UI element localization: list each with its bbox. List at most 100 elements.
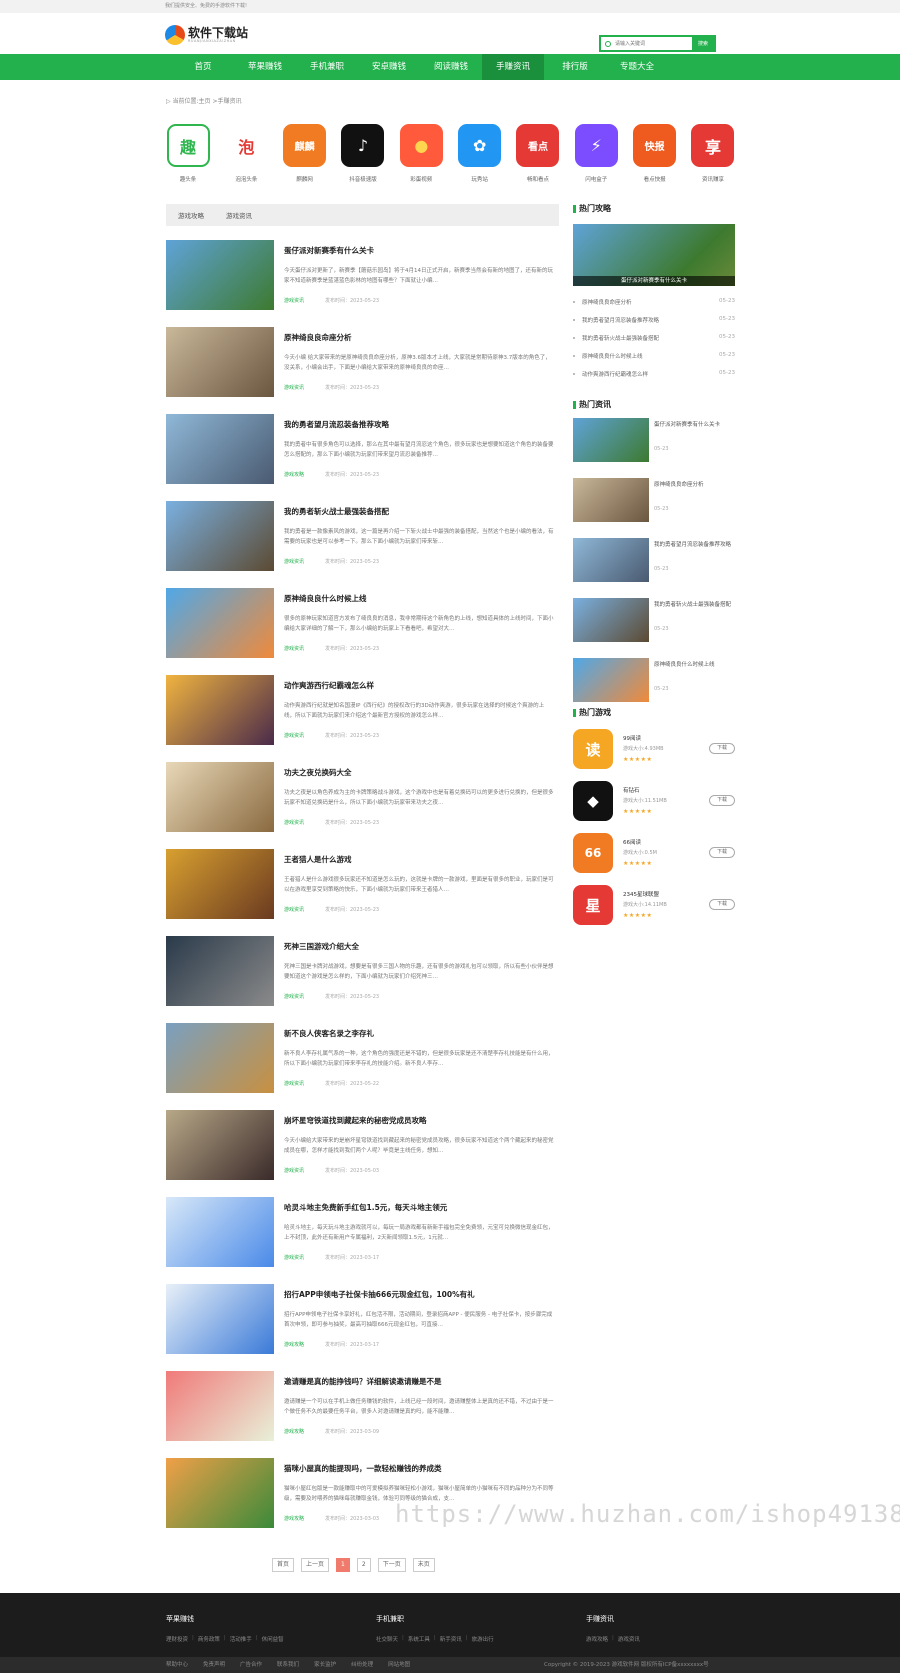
article-category[interactable]: 游戏资讯: [284, 645, 304, 652]
article-title[interactable]: 蛋仔派对新赛季有什么关卡: [284, 245, 374, 256]
app-tile[interactable]: 麒麟 麒麟网: [283, 124, 327, 183]
download-button[interactable]: 下载: [709, 899, 735, 910]
site-logo[interactable]: 软件下载站 RUANJIANXIAZAIZHAN: [165, 23, 248, 47]
footer-link[interactable]: 游戏攻略: [586, 1635, 608, 1643]
article-thumbnail[interactable]: [166, 1023, 274, 1093]
hot-news-item[interactable]: 蛋仔派对新赛季有什么关卡 05-23: [573, 418, 735, 463]
footer-bottom-link[interactable]: 网站地图: [388, 1657, 410, 1673]
game-name[interactable]: 99阅读: [623, 734, 641, 742]
article-title[interactable]: 哈灵斗地主免费新手红包1.5元，每天斗地主领元: [284, 1202, 447, 1213]
article-thumbnail[interactable]: [166, 675, 274, 745]
app-tile[interactable]: 快报 看点快报: [633, 124, 677, 183]
download-button[interactable]: 下载: [709, 795, 735, 806]
article-category[interactable]: 游戏资讯: [284, 906, 304, 913]
article-thumbnail[interactable]: [166, 240, 274, 310]
game-icon[interactable]: 星: [573, 885, 613, 925]
article-category[interactable]: 游戏资讯: [284, 384, 304, 391]
hot-news-item[interactable]: 原神绮良良命座分析 05-23: [573, 478, 735, 523]
game-icon[interactable]: 读: [573, 729, 613, 769]
app-tile[interactable]: 看点 畅和看点: [516, 124, 560, 183]
download-button[interactable]: 下载: [709, 743, 735, 754]
article-category[interactable]: 游戏资讯: [284, 1254, 304, 1261]
tab-guides[interactable]: 游戏攻略: [178, 210, 204, 220]
article-category[interactable]: 游戏资讯: [284, 1167, 304, 1174]
article-title[interactable]: 我的勇者望月流忍装备推荐攻略: [284, 419, 389, 430]
game-icon[interactable]: ◆: [573, 781, 613, 821]
footer-link[interactable]: 游戏资讯: [618, 1635, 640, 1643]
footer-link[interactable]: 旅游出行: [472, 1635, 494, 1643]
app-tile[interactable]: ● 彩蛋视频: [399, 124, 443, 183]
article-thumbnail[interactable]: [166, 414, 274, 484]
article-title[interactable]: 原神绮良良命座分析: [284, 332, 352, 343]
article-category[interactable]: 游戏资讯: [284, 819, 304, 826]
download-button[interactable]: 下载: [709, 847, 735, 858]
article-thumbnail[interactable]: [166, 849, 274, 919]
article-thumbnail[interactable]: [166, 327, 274, 397]
article-category[interactable]: 游戏攻略: [284, 1428, 304, 1435]
article-thumbnail[interactable]: [166, 1197, 274, 1267]
page-prev-button[interactable]: 上一页: [301, 1558, 330, 1572]
nav-item[interactable]: 排行版: [544, 54, 606, 80]
search-input[interactable]: [601, 37, 692, 50]
article-title[interactable]: 死神三国游戏介绍大全: [284, 941, 359, 952]
article-title[interactable]: 邀请赚是真的能挣钱吗？详细解读邀请赚是不是: [284, 1376, 442, 1387]
article-title[interactable]: 王者猎人是什么游戏: [284, 854, 352, 865]
article-thumbnail[interactable]: [166, 936, 274, 1006]
app-tile[interactable]: 泡泡泡头条: [224, 124, 268, 183]
footer-bottom-link[interactable]: 家长监护: [314, 1657, 336, 1673]
article-title[interactable]: 招行APP申领电子社保卡抽666元现金红包，100%有礼: [284, 1289, 475, 1300]
nav-item[interactable]: 专题大全: [606, 54, 668, 80]
footer-link[interactable]: 休闲益智: [262, 1635, 284, 1643]
article-title[interactable]: 崩坏星穹铁道找到藏起来的秘密党成员攻略: [284, 1115, 427, 1126]
article-thumbnail[interactable]: [166, 1284, 274, 1354]
article-title[interactable]: 动作爽游西行纪霸魂怎么样: [284, 680, 374, 691]
article-title[interactable]: 原神绮良良什么时候上线: [284, 593, 367, 604]
article-category[interactable]: 游戏资讯: [284, 297, 304, 304]
hot-guide-item[interactable]: 我的勇者望月流忍装备推荐攻略 05-23: [573, 316, 735, 326]
article-category[interactable]: 游戏资讯: [284, 558, 304, 565]
footer-bottom-link[interactable]: 广告合作: [240, 1657, 262, 1673]
game-name[interactable]: 2345星球联盟: [623, 890, 659, 898]
article-thumbnail[interactable]: [166, 1458, 274, 1528]
footer-link[interactable]: 系统工具: [408, 1635, 430, 1643]
game-name[interactable]: 66阅读: [623, 838, 641, 846]
article-category[interactable]: 游戏资讯: [284, 993, 304, 1000]
game-icon[interactable]: 66: [573, 833, 613, 873]
article-category[interactable]: 游戏资讯: [284, 732, 304, 739]
hot-news-item[interactable]: 我的勇者望月流忍装备推荐攻略 05-23: [573, 538, 735, 583]
hot-guide-item[interactable]: 动作爽游西行纪霸魂怎么样 05-23: [573, 370, 735, 380]
page-2-button[interactable]: 2: [356, 1558, 371, 1572]
nav-item[interactable]: 手赚资讯: [482, 54, 544, 80]
app-tile[interactable]: ⚡ 闪电盒子: [574, 124, 618, 183]
hot-news-item[interactable]: 我的勇者斩火战士最强装备搭配 05-23: [573, 598, 735, 643]
article-title[interactable]: 猫咪小屋真的能提现吗，一款轻松赚钱的养成类: [284, 1463, 442, 1474]
page-last-button[interactable]: 末页: [412, 1558, 435, 1572]
app-tile[interactable]: 趣趣头条: [166, 124, 210, 183]
app-tile[interactable]: ✿ 玩秀站: [458, 124, 502, 183]
footer-bottom-link[interactable]: 纠纷处理: [351, 1657, 373, 1673]
nav-item[interactable]: 首页: [172, 54, 234, 80]
article-thumbnail[interactable]: [166, 762, 274, 832]
article-title[interactable]: 我的勇者斩火战士最强装备搭配: [284, 506, 389, 517]
tab-news[interactable]: 游戏资讯: [226, 210, 252, 220]
nav-item[interactable]: 阅读赚钱: [420, 54, 482, 80]
article-category[interactable]: 游戏资讯: [284, 1080, 304, 1087]
nav-item[interactable]: 手机兼职: [296, 54, 358, 80]
article-thumbnail[interactable]: [166, 1110, 274, 1180]
article-thumbnail[interactable]: [166, 501, 274, 571]
page-1-button[interactable]: 1: [336, 1558, 350, 1572]
hot-guide-item[interactable]: 原神绮良良命座分析 05-23: [573, 298, 735, 308]
hot-news-item[interactable]: 原神绮良良什么时候上线 05-23: [573, 658, 735, 703]
app-tile[interactable]: 享资讯赚享: [691, 124, 735, 183]
article-category[interactable]: 游戏攻略: [284, 471, 304, 478]
page-first-button[interactable]: 首页: [272, 1558, 295, 1572]
hot-guide-item[interactable]: 原神绮良良什么时候上线 05-23: [573, 352, 735, 362]
footer-bottom-link[interactable]: 帮助中心: [166, 1657, 188, 1673]
nav-item[interactable]: 安卓赚钱: [358, 54, 420, 80]
page-next-button[interactable]: 下一页: [377, 1558, 406, 1572]
search-button[interactable]: 搜索: [692, 37, 714, 50]
footer-link[interactable]: 理财投资: [166, 1635, 188, 1643]
footer-link[interactable]: 新手资讯: [440, 1635, 462, 1643]
footer-bottom-link[interactable]: 联系我们: [277, 1657, 299, 1673]
nav-item[interactable]: 苹果赚钱: [234, 54, 296, 80]
